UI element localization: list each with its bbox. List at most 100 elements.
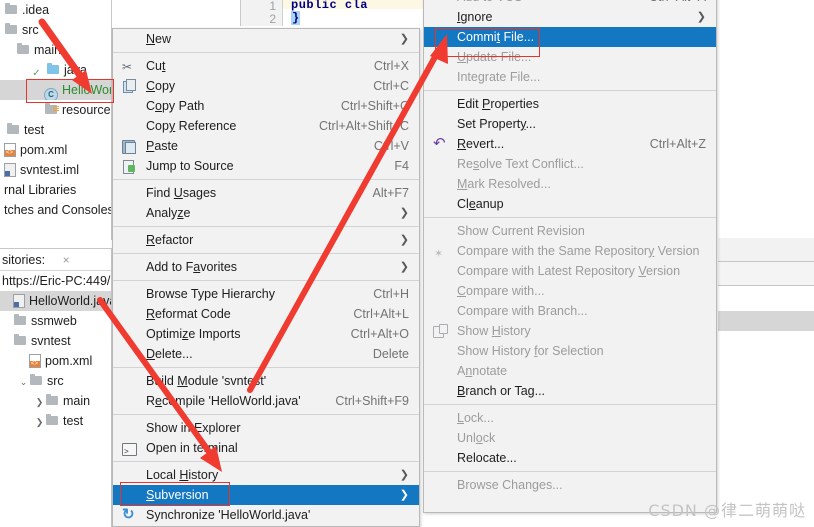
menu-item-new[interactable]: New ❯ xyxy=(113,29,419,49)
repository-row[interactable]: ssmweb xyxy=(0,311,111,331)
menu-item-jump-to-source[interactable]: Jump to Source F4 xyxy=(113,156,419,176)
menu-item-copy-reference[interactable]: Copy Reference Ctrl+Alt+Shift+C xyxy=(113,116,419,136)
menu-item-label: New xyxy=(146,32,172,46)
menu-item-local-history[interactable]: Local History ❯ xyxy=(113,465,419,485)
menu-item-cleanup[interactable]: Cleanup xyxy=(424,194,716,214)
menu-item-reformat-code[interactable]: Reformat Code Ctrl+Alt+L xyxy=(113,304,419,324)
menu-item-show-history: Show History xyxy=(424,321,716,341)
menu-item-label: Synchronize 'HelloWorld.java' xyxy=(146,508,311,522)
menu-item-add-to-favorites[interactable]: Add to Favorites ❯ xyxy=(113,257,419,277)
subversion-submenu[interactable]: Add to VCS Ctrl+Alt+A Ignore ❯ Commit File..… xyxy=(423,0,717,513)
menu-item-label: Relocate... xyxy=(457,451,517,465)
menu-item-browse-type-hierarchy[interactable]: Browse Type Hierarchy Ctrl+H xyxy=(113,284,419,304)
menu-item-refactor[interactable]: Refactor ❯ xyxy=(113,230,419,250)
menu-item-ignore[interactable]: Ignore ❯ xyxy=(424,7,716,27)
repository-row-label: main xyxy=(63,394,91,408)
menu-item-analyze[interactable]: Analyze ❯ xyxy=(113,203,419,223)
menu-item-label: Commit File... xyxy=(457,30,535,44)
folder-icon xyxy=(16,43,31,56)
tree-row[interactable]: test xyxy=(0,120,111,140)
repository-row[interactable]: svntest xyxy=(0,331,111,351)
menu-item-edit-properties[interactable]: Edit Properties xyxy=(424,94,716,114)
folder-icon xyxy=(13,314,28,327)
repository-row[interactable]: ❯ test xyxy=(0,411,111,431)
menu-item-shortcut: Delete xyxy=(372,347,409,361)
folder-icon xyxy=(29,374,44,387)
tree-row-label: tches and Consoles xyxy=(4,203,111,217)
close-icon[interactable]: × xyxy=(63,253,70,267)
chevron-right-icon[interactable]: ❯ xyxy=(34,392,45,411)
menu-item-revert[interactable]: Revert... Ctrl+Alt+Z xyxy=(424,134,716,154)
menu-item-copy[interactable]: Copy Ctrl+C xyxy=(113,76,419,96)
menu-item-label: Resolve Text Conflict... xyxy=(457,157,584,171)
menu-item-copy-path[interactable]: Copy Path Ctrl+Shift+C xyxy=(113,96,419,116)
background-band-1 xyxy=(718,238,814,262)
menu-item-label: Lock... xyxy=(457,411,494,425)
tree-row[interactable]: svntest.iml xyxy=(0,160,111,180)
tree-row[interactable]: C HelloWor xyxy=(0,80,111,100)
menu-item-subversion[interactable]: Subversion ❯ xyxy=(113,485,419,505)
repository-row[interactable]: ⌄ src xyxy=(0,371,111,391)
menu-item-synchronize-helloworld-java[interactable]: Synchronize 'HelloWorld.java' xyxy=(113,505,419,525)
menu-item-commit-file[interactable]: Commit File... xyxy=(424,27,716,47)
tree-row[interactable]: .idea xyxy=(0,0,111,20)
menu-item-shortcut: Ctrl+V xyxy=(373,139,409,153)
menu-item-label: Mark Resolved... xyxy=(457,177,551,191)
tree-row[interactable]: rnal Libraries xyxy=(0,180,111,200)
menu-item-label: Integrate File... xyxy=(457,70,541,84)
menu-item-branch-or-tag[interactable]: Branch or Tag... xyxy=(424,381,716,401)
chevron-right-icon: ❯ xyxy=(399,33,409,45)
repository-tree[interactable]: HelloWorld.java ssmweb svntest <> pom.xml ⌄ sr… xyxy=(0,291,111,431)
menu-item-label: Build Module 'svntest' xyxy=(146,374,267,388)
menu-separator xyxy=(113,226,419,227)
tree-row[interactable]: <> pom.xml xyxy=(0,140,111,160)
menu-item-cut[interactable]: Cut Ctrl+X xyxy=(113,56,419,77)
tree-row[interactable]: resources xyxy=(0,100,111,120)
repository-row[interactable]: HelloWorld.java xyxy=(0,291,111,311)
menu-separator xyxy=(113,52,419,53)
menu-item-label: Show History xyxy=(457,324,531,338)
repository-row[interactable]: ❯ main xyxy=(0,391,111,411)
menu-item-show-in-explorer[interactable]: Show in Explorer xyxy=(113,418,419,438)
project-tree-pane[interactable]: .idea src main ✓ java C HelloWor resources test <… xyxy=(0,0,112,240)
menu-item-relocate[interactable]: Relocate... xyxy=(424,448,716,468)
menu-item-delete[interactable]: Delete... Delete xyxy=(113,344,419,364)
menu-item-label: Subversion xyxy=(146,488,209,502)
menu-item-shortcut: Ctrl+C xyxy=(373,79,409,93)
menu-item-paste[interactable]: Paste Ctrl+V xyxy=(113,136,419,156)
menu-item-resolve-text-conflict: Resolve Text Conflict... xyxy=(424,154,716,174)
repository-row[interactable]: <> pom.xml xyxy=(0,351,111,371)
repository-url[interactable]: https://Eric-PC:449/ xyxy=(0,271,111,291)
source-folder-icon xyxy=(46,63,61,76)
paste-icon xyxy=(122,139,137,154)
chevron-right-icon[interactable]: ❯ xyxy=(34,412,45,431)
scissors-icon xyxy=(122,57,137,77)
menu-item-label: Browse Type Hierarchy xyxy=(146,287,275,301)
editor-gutter: 1 2 xyxy=(241,0,283,26)
menu-item-lock: Lock... xyxy=(424,408,716,428)
chevron-down-icon[interactable]: ⌄ xyxy=(18,372,29,391)
menu-item-recompile-helloworld-java[interactable]: Recompile 'HelloWorld.java' Ctrl+Shift+F9 xyxy=(113,391,419,411)
context-menu[interactable]: New ❯ Cut Ctrl+X Copy Ctrl+C Copy Path Ctrl+Shi… xyxy=(112,28,420,527)
menu-item-label: Show Current Revision xyxy=(457,224,585,238)
menu-item-open-in-terminal[interactable]: Open in terminal xyxy=(113,438,419,462)
menu-item-integrate-file: Integrate File... xyxy=(424,67,716,87)
chevron-right-icon: ❯ xyxy=(399,469,409,481)
tree-row[interactable]: main xyxy=(0,40,111,60)
menu-separator xyxy=(113,367,419,368)
menu-item-build-module-svntest[interactable]: Build Module 'svntest' xyxy=(113,371,419,391)
tree-row[interactable]: tches and Consoles xyxy=(0,200,111,220)
folder-icon xyxy=(13,334,28,347)
repositories-pane[interactable]: sitories: × https://Eric-PC:449/ HelloWo… xyxy=(0,248,112,527)
folder-icon xyxy=(45,394,60,407)
menu-item-label: Annotate xyxy=(457,364,508,378)
tree-row[interactable]: ✓ java xyxy=(0,60,111,80)
menu-item-find-usages[interactable]: Find Usages Alt+F7 xyxy=(113,183,419,203)
menu-item-label: Copy xyxy=(146,79,176,93)
menu-item-optimize-imports[interactable]: Optimize Imports Ctrl+Alt+O xyxy=(113,324,419,344)
menu-item-label: Compare with... xyxy=(457,284,545,298)
tree-row[interactable]: src xyxy=(0,20,111,40)
menu-item-mark-resolved: Mark Resolved... xyxy=(424,174,716,194)
line-number: 2 xyxy=(269,12,276,26)
menu-item-set-property[interactable]: Set Property... xyxy=(424,114,716,134)
